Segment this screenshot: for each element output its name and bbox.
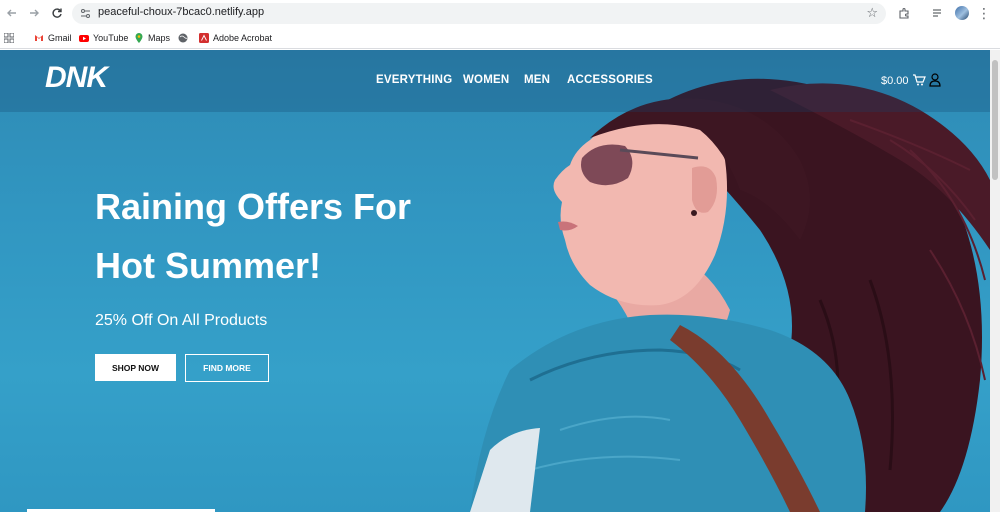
youtube-icon: [79, 35, 89, 42]
site-info-icon[interactable]: [80, 8, 91, 19]
nav-everything[interactable]: EVERYTHING: [376, 74, 452, 86]
bookmark-label: Maps: [148, 33, 171, 43]
forward-icon[interactable]: [24, 3, 44, 23]
hero-subline: 25% Off On All Products: [95, 312, 268, 329]
shop-now-button[interactable]: SHOP NOW: [95, 354, 176, 381]
scrollbar-thumb[interactable]: [992, 60, 998, 180]
extensions-icon[interactable]: [896, 3, 912, 23]
hero-headline-line1: Raining Offers For: [95, 186, 412, 227]
find-more-button[interactable]: FIND MORE: [185, 354, 269, 382]
hero-section: DNK EVERYTHING WOMEN MEN ACCESSORIES $0.…: [0, 50, 990, 512]
bookmarks-bar: Gmail YouTube Maps Adobe Acrobat: [0, 27, 1000, 49]
bookmark-label: Gmail: [48, 33, 72, 43]
bookmark-star-icon[interactable]: ☆: [866, 5, 878, 21]
menu-dots-icon[interactable]: ⋮: [977, 3, 991, 23]
reading-list-icon[interactable]: [930, 3, 946, 23]
hero-photo-woman: [470, 78, 990, 512]
site-logo[interactable]: DNK: [45, 61, 108, 95]
gmail-icon: [35, 35, 43, 41]
maps-pin-icon: [135, 33, 143, 43]
address-bar[interactable]: peaceful-choux-7bcac0.netlify.app ☆: [72, 3, 886, 24]
profile-avatar[interactable]: [955, 6, 969, 20]
url-text[interactable]: peaceful-choux-7bcac0.netlify.app: [98, 6, 264, 18]
bookmark-gmail[interactable]: Gmail: [34, 31, 72, 45]
site-header: DNK EVERYTHING WOMEN MEN ACCESSORIES $0.…: [0, 50, 990, 112]
nav-accessories[interactable]: ACCESSORIES: [567, 74, 653, 86]
nav-women[interactable]: WOMEN: [463, 74, 509, 86]
bookmark-youtube[interactable]: YouTube: [79, 31, 128, 45]
page-scrollbar[interactable]: [990, 50, 1000, 512]
acrobat-icon: [199, 33, 209, 43]
bookmark-maps[interactable]: Maps: [134, 31, 170, 45]
bookmark-adobe-acrobat[interactable]: Adobe Acrobat: [199, 31, 272, 45]
reload-icon[interactable]: [47, 3, 67, 23]
browser-toolbar: peaceful-choux-7bcac0.netlify.app ☆ ⋮: [0, 0, 1000, 27]
cart-amount[interactable]: $0.00: [881, 75, 909, 87]
nav-men[interactable]: MEN: [524, 74, 550, 86]
apps-grid-icon[interactable]: [4, 31, 14, 45]
bookmark-label: Adobe Acrobat: [213, 33, 273, 43]
globe-icon[interactable]: [178, 31, 188, 45]
hero-headline-line2: Hot Summer!: [95, 245, 322, 286]
user-account-icon[interactable]: [929, 73, 941, 87]
bookmark-label: YouTube: [93, 33, 129, 43]
cart-icon[interactable]: [912, 73, 926, 87]
back-icon[interactable]: [2, 3, 22, 23]
